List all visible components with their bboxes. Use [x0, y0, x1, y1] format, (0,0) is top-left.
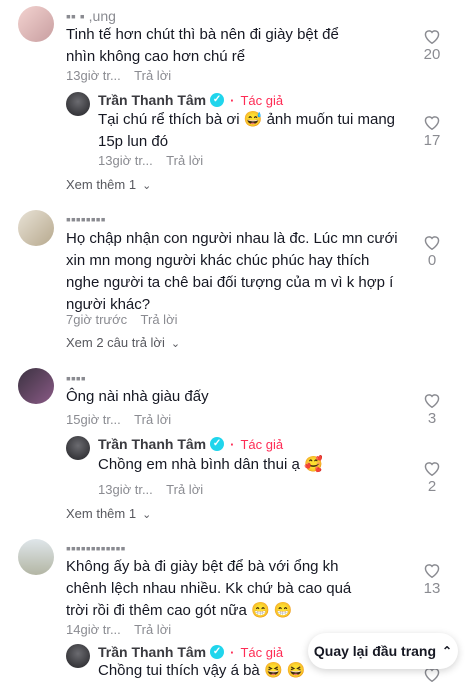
- avatar[interactable]: [18, 368, 54, 404]
- reply-button[interactable]: Trả lời: [166, 153, 203, 168]
- view-more-label: Xem 2 câu trả lời: [66, 335, 165, 350]
- like-button[interactable]: 0: [418, 234, 446, 269]
- separator-dot: ·: [230, 436, 235, 452]
- like-count: 0: [427, 252, 437, 269]
- avatar[interactable]: [18, 6, 54, 42]
- comment-meta: 7giờ trước Trả lời: [66, 312, 187, 327]
- back-to-top-button[interactable]: Quay lại đầu trang ⌃: [308, 633, 458, 669]
- comment-time: 14giờ tr...: [66, 622, 121, 637]
- comment-text: Không ấy bà đi giày bệt để bà với ổng kh…: [66, 558, 352, 619]
- heart-icon: [424, 462, 440, 476]
- separator-dot: ·: [230, 644, 235, 660]
- chevron-double-up-icon: ⌃: [442, 644, 453, 658]
- comment-text: Ông nài nhà giàu đấy: [66, 388, 209, 405]
- like-count: 3: [427, 410, 437, 427]
- like-button[interactable]: 17: [418, 114, 446, 149]
- like-count: 13: [423, 580, 441, 597]
- reply-time: 13giờ tr...: [98, 482, 153, 497]
- verified-icon: ✓: [210, 645, 225, 659]
- reply-button[interactable]: Trả lời: [166, 482, 203, 497]
- comment-meta: 14giờ tr... Trả lời: [66, 622, 181, 637]
- heart-icon: [424, 116, 440, 130]
- like-button[interactable]: 20: [418, 28, 446, 63]
- comment-username[interactable]: ▪▪ ▪ ,ung: [66, 8, 116, 24]
- reply-text: Chồng em nhà bình dân thui ạ 🥰: [98, 456, 323, 473]
- view-more-replies[interactable]: Xem thêm 1 ⌄: [66, 177, 151, 192]
- like-count: 17: [423, 132, 441, 149]
- view-more-replies[interactable]: Xem 2 câu trả lời ⌄: [66, 335, 180, 350]
- author-badge: Tác giả: [240, 436, 284, 452]
- view-more-label: Xem thêm 1: [66, 506, 137, 521]
- reply-username[interactable]: Trần Thanh Tâm ✓ · Tác giả: [98, 92, 283, 108]
- heart-icon: [424, 236, 440, 250]
- back-to-top-label: Quay lại đầu trang: [313, 643, 437, 659]
- avatar[interactable]: [18, 539, 54, 575]
- comment-meta: 15giờ tr... Trả lời: [66, 412, 181, 427]
- heart-icon: [424, 30, 440, 44]
- heart-icon: [424, 564, 440, 578]
- view-more-replies[interactable]: Xem thêm 1 ⌄: [66, 506, 151, 521]
- avatar[interactable]: [66, 436, 90, 460]
- separator-dot: ·: [230, 92, 235, 108]
- chevron-down-icon: ⌄: [170, 338, 181, 350]
- reply-button[interactable]: Trả lời: [134, 412, 171, 427]
- heart-icon: [424, 394, 440, 408]
- reply-button[interactable]: Trả lời: [134, 68, 171, 83]
- like-count: 20: [423, 46, 441, 63]
- reply-username[interactable]: Trần Thanh Tâm ✓ · Tác giả: [98, 436, 283, 452]
- author-badge: Tác giả: [240, 644, 284, 660]
- comment-username[interactable]: ▪▪▪▪▪▪▪▪▪▪▪▪: [66, 540, 126, 556]
- comment-time: 7giờ trước: [66, 312, 128, 327]
- comment-text: Tinh tế hơn chút thì bà nên đi giày bệt …: [66, 26, 339, 65]
- reply-button[interactable]: Trả lời: [141, 312, 178, 327]
- comment-time: 15giờ tr...: [66, 412, 121, 427]
- reply-time: 13giờ tr...: [98, 153, 153, 168]
- like-button[interactable]: 3: [418, 392, 446, 427]
- avatar[interactable]: [18, 210, 54, 246]
- like-count: 2: [427, 478, 437, 495]
- reply-meta: 13giờ tr... Trả lời: [98, 482, 213, 497]
- reply-text: Tại chú rể thích bà ơi 😅 ảnh muốn tui ma…: [98, 111, 395, 150]
- reply-username[interactable]: Trần Thanh Tâm ✓ · Tác giả: [98, 644, 283, 660]
- chevron-down-icon: ⌄: [142, 509, 152, 521]
- author-badge: Tác giả: [240, 92, 284, 108]
- avatar[interactable]: [66, 644, 90, 668]
- comment-text: Họ chập nhận con người nhau là đc. Lúc m…: [66, 230, 398, 313]
- author-name: Trần Thanh Tâm: [98, 92, 207, 108]
- author-name: Trần Thanh Tâm: [98, 436, 207, 452]
- comment-username[interactable]: ▪▪▪▪: [66, 370, 86, 386]
- reply-button[interactable]: Trả lời: [134, 622, 171, 637]
- like-button[interactable]: 13: [418, 562, 446, 597]
- comment-meta: 13giờ tr... Trả lời: [66, 68, 181, 83]
- verified-icon: ✓: [210, 437, 225, 451]
- reply-meta: 13giờ tr... Trả lời: [98, 153, 213, 168]
- comment-username[interactable]: ▪▪▪▪▪▪▪▪: [66, 211, 106, 227]
- verified-icon: ✓: [210, 93, 225, 107]
- chevron-down-icon: ⌄: [142, 180, 152, 192]
- author-name: Trần Thanh Tâm: [98, 644, 207, 660]
- comment-time: 13giờ tr...: [66, 68, 121, 83]
- like-button[interactable]: 2: [418, 460, 446, 495]
- view-more-label: Xem thêm 1: [66, 177, 137, 192]
- avatar[interactable]: [66, 92, 90, 116]
